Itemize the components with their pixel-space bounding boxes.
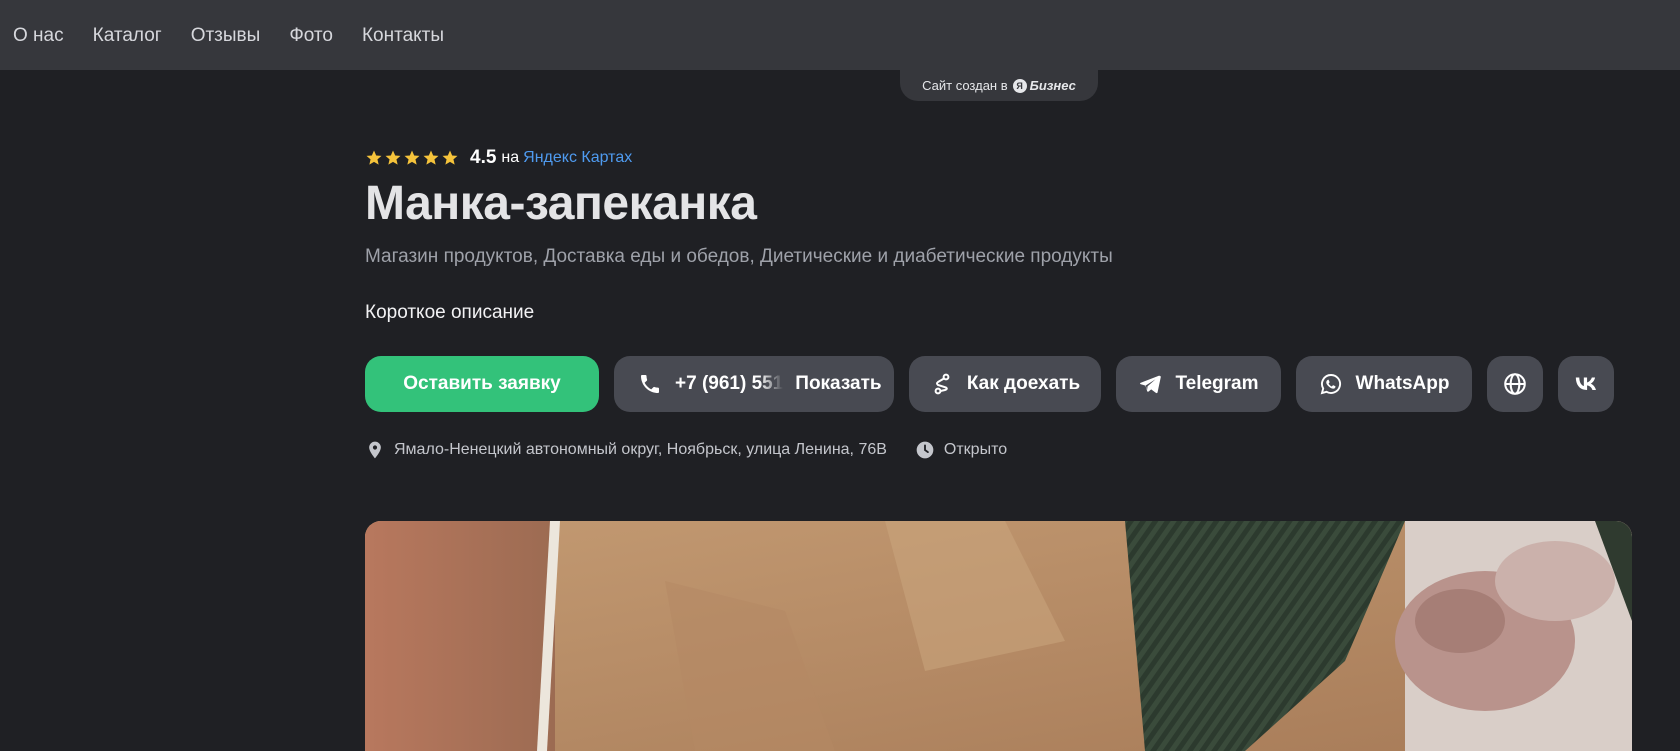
built-with-text: Сайт создан в	[922, 78, 1008, 93]
nav-item-contacts[interactable]: Контакты	[362, 26, 444, 45]
directions-label: Как доехать	[966, 373, 1081, 394]
rating-value: 4.5	[470, 147, 497, 168]
phone-number-partial: +7 (961) 551	[675, 373, 784, 394]
nav-item-photos[interactable]: Фото	[289, 26, 333, 45]
website-button[interactable]	[1487, 356, 1543, 412]
yandex-maps-link[interactable]: Яндекс Картах	[523, 149, 632, 167]
company-categories: Магазин продуктов, Доставка еды и обедов…	[365, 246, 1113, 267]
leave-request-button[interactable]: Оставить заявку	[365, 356, 599, 412]
hero-photo	[365, 521, 1632, 751]
globe-icon	[1504, 373, 1526, 395]
rating-row: 4.5 на Яндекс Картах	[365, 146, 632, 170]
rating-on-text: на	[501, 149, 520, 166]
vk-button[interactable]	[1558, 356, 1614, 412]
hours-status[interactable]: Открыто	[944, 441, 1007, 459]
food-photo-image	[365, 521, 1632, 751]
nav-item-about[interactable]: О нас	[13, 26, 64, 45]
whatsapp-icon	[1320, 374, 1341, 395]
short-description: Короткое описание	[365, 302, 535, 323]
address-text[interactable]: Ямало-Ненецкий автономный округ, Ноябрьс…	[394, 441, 887, 459]
top-nav: О нас Каталог Отзывы Фото Контакты	[0, 0, 1680, 70]
phone-icon	[641, 375, 659, 393]
company-title: Манка-запеканка	[365, 177, 757, 230]
star-icon	[442, 150, 458, 165]
whatsapp-label: WhatsApp	[1355, 373, 1450, 394]
star-icon	[385, 150, 401, 165]
location-pin-icon	[369, 441, 381, 459]
info-row: Ямало-Ненецкий автономный округ, Ноябрьс…	[365, 440, 1007, 460]
telegram-label: Telegram	[1175, 373, 1259, 394]
star-icon	[366, 150, 382, 165]
telegram-icon	[1140, 375, 1162, 394]
built-with-badge[interactable]: Сайт создан в Я Бизнес	[900, 70, 1098, 101]
nav-item-catalog[interactable]: Каталог	[93, 26, 162, 45]
telegram-button[interactable]: Telegram	[1116, 356, 1281, 412]
vk-icon	[1575, 377, 1596, 390]
clock-icon	[916, 441, 934, 459]
route-icon	[934, 373, 950, 395]
star-icon	[423, 150, 439, 165]
rating-stars	[365, 149, 460, 167]
show-phone-label: Показать	[795, 373, 882, 394]
whatsapp-button[interactable]: WhatsApp	[1296, 356, 1472, 412]
yandex-logo-icon: Я	[1012, 78, 1027, 93]
directions-button[interactable]: Как доехать	[909, 356, 1101, 412]
show-phone-button[interactable]: +7 (961) 551 Показать	[614, 356, 894, 412]
business-brand-text: Бизнес	[1029, 78, 1076, 93]
nav-item-reviews[interactable]: Отзывы	[191, 26, 261, 45]
star-icon	[404, 150, 420, 165]
action-buttons: Оставить заявку +7 (961) 551 Показать Ка…	[365, 356, 1629, 412]
